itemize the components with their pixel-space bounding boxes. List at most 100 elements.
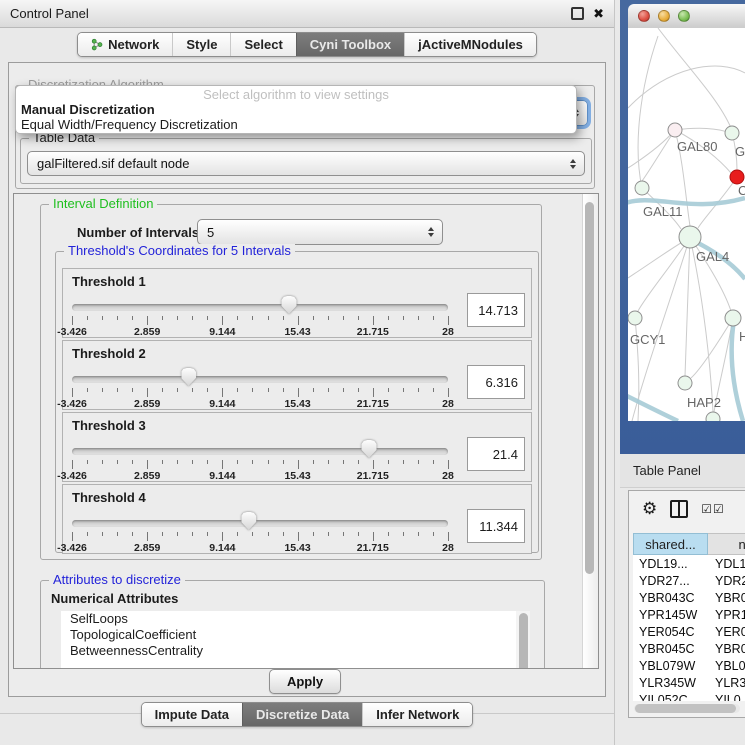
table-row[interactable]: YBL079WYBL0 bbox=[633, 657, 745, 674]
minimize-traffic-light-icon[interactable] bbox=[658, 10, 670, 22]
tick bbox=[177, 460, 178, 464]
tab-infer-network[interactable]: Infer Network bbox=[362, 703, 472, 726]
slider-thumb[interactable] bbox=[241, 512, 256, 530]
panel-vertical-scrollbar[interactable] bbox=[582, 194, 598, 668]
slider-track[interactable] bbox=[72, 304, 448, 311]
tick bbox=[252, 460, 253, 464]
cyni-toolbox-panel: Discretization Algorithm Table Data galF… bbox=[8, 62, 606, 697]
column-header-shared-name[interactable]: shared... bbox=[633, 533, 708, 555]
tick bbox=[147, 460, 148, 469]
tick bbox=[268, 316, 269, 320]
threshold-value-field[interactable]: 6.316 bbox=[467, 365, 525, 399]
tick bbox=[418, 388, 419, 392]
cell-name: YBL0 bbox=[708, 659, 745, 673]
tick bbox=[87, 460, 88, 464]
table-row[interactable]: YIL052CYIL0 bbox=[633, 691, 745, 701]
zoom-traffic-light-icon[interactable] bbox=[678, 10, 690, 22]
tick bbox=[72, 316, 73, 325]
network-node[interactable] bbox=[679, 226, 701, 248]
network-graph[interactable]: GAL80GACGAL11GAL4GCY1HHAP2 bbox=[628, 28, 745, 421]
checkbox-icon[interactable]: ☑ bbox=[713, 502, 725, 516]
tab-network[interactable]: Network bbox=[78, 33, 172, 56]
threshold-slider[interactable]: -3.4262.8599.14415.4321.71528 bbox=[72, 367, 448, 409]
popup-placeholder: Select algorithm to view settings bbox=[16, 87, 576, 102]
tick bbox=[222, 316, 223, 325]
number-of-intervals-combobox[interactable]: 5 bbox=[197, 219, 443, 245]
list-vertical-scrollbar[interactable] bbox=[516, 611, 530, 669]
table-row[interactable]: YPR145WYPR1 bbox=[633, 606, 745, 623]
tick bbox=[448, 388, 449, 397]
network-node[interactable] bbox=[725, 310, 741, 326]
close-traffic-light-icon[interactable] bbox=[638, 10, 650, 22]
network-node[interactable] bbox=[706, 412, 720, 421]
tick-label: 9.144 bbox=[209, 326, 235, 338]
scrollbar-thumb[interactable] bbox=[585, 202, 594, 574]
column-header-name[interactable]: n... bbox=[708, 533, 745, 555]
table-row[interactable]: YDL19...YDL1 bbox=[633, 555, 745, 572]
float-window-icon[interactable] bbox=[571, 7, 584, 20]
tick bbox=[403, 388, 404, 392]
tick bbox=[207, 388, 208, 392]
tick-label: -3.426 bbox=[57, 470, 87, 482]
attribute-list-item[interactable]: BetweennessCentrality bbox=[61, 643, 516, 659]
scrollbar-thumb[interactable] bbox=[519, 613, 528, 669]
network-node[interactable] bbox=[635, 181, 649, 195]
threshold-value-field[interactable]: 14.713 bbox=[467, 293, 525, 327]
select-columns-icons[interactable]: ☑☑ bbox=[701, 502, 725, 516]
tab-jactivemnodules[interactable]: jActiveMNodules bbox=[404, 33, 536, 56]
threshold-slider[interactable]: -3.4262.8599.14415.4321.71528 bbox=[72, 439, 448, 481]
network-node[interactable] bbox=[668, 123, 682, 137]
tick bbox=[132, 532, 133, 536]
table-row[interactable]: YLR345WYLR3 bbox=[633, 674, 745, 691]
tab-label: Style bbox=[186, 33, 217, 56]
close-icon[interactable]: ✖ bbox=[593, 7, 604, 20]
tick bbox=[283, 532, 284, 536]
slider-thumb[interactable] bbox=[181, 368, 196, 386]
attribute-list-item[interactable]: TopologicalCoefficient bbox=[61, 627, 516, 643]
threshold-value-field[interactable]: 11.344 bbox=[467, 509, 525, 543]
tick bbox=[283, 316, 284, 320]
tick bbox=[358, 460, 359, 464]
tick bbox=[132, 460, 133, 464]
slider-thumb[interactable] bbox=[362, 440, 377, 458]
network-node[interactable] bbox=[730, 170, 744, 184]
attribute-list-item[interactable]: SelfLoops bbox=[61, 611, 516, 627]
network-window-titlebar[interactable] bbox=[628, 4, 745, 29]
slider-track[interactable] bbox=[72, 520, 448, 527]
tick bbox=[87, 316, 88, 320]
gear-icon[interactable]: ⚙ bbox=[642, 501, 657, 518]
table-row[interactable]: YER054CYER0 bbox=[633, 623, 745, 640]
table-row[interactable]: YBR043CYBR0 bbox=[633, 589, 745, 606]
tick bbox=[252, 316, 253, 320]
popup-option[interactable]: Manual Discretization bbox=[16, 102, 576, 117]
tab-cyni-toolbox[interactable]: Cyni Toolbox bbox=[296, 33, 404, 56]
network-canvas[interactable]: GAL80GACGAL11GAL4GCY1HHAP2 bbox=[628, 28, 745, 421]
tick-labels: -3.4262.8599.14415.4321.71528 bbox=[72, 398, 448, 410]
cell-name: YPR1 bbox=[708, 608, 745, 622]
checkbox-icon[interactable]: ☑ bbox=[701, 502, 713, 516]
network-node[interactable] bbox=[628, 311, 642, 325]
threshold-slider[interactable]: -3.4262.8599.14415.4321.71528 bbox=[72, 511, 448, 553]
slider-thumb[interactable] bbox=[282, 296, 297, 314]
popup-option[interactable]: Equal Width/Frequency Discretization bbox=[16, 117, 576, 132]
table-row[interactable]: YDR27...YDR2 bbox=[633, 572, 745, 589]
tab-impute-data[interactable]: Impute Data bbox=[142, 703, 242, 726]
table-data-combobox[interactable]: galFiltered.sif default node bbox=[27, 151, 585, 176]
numerical-attributes-list[interactable]: SelfLoopsTopologicalCoefficientBetweenne… bbox=[61, 611, 516, 669]
tick-label: 9.144 bbox=[209, 398, 235, 410]
tab-select[interactable]: Select bbox=[230, 33, 295, 56]
slider-track[interactable] bbox=[72, 376, 448, 383]
threshold-panel: Threshold 3-3.4262.8599.14415.4321.71528… bbox=[62, 412, 532, 482]
threshold-slider[interactable]: -3.4262.8599.14415.4321.71528 bbox=[72, 295, 448, 337]
slider-track[interactable] bbox=[72, 448, 448, 455]
network-node[interactable] bbox=[725, 126, 739, 140]
network-node[interactable] bbox=[678, 376, 692, 390]
tab-style[interactable]: Style bbox=[172, 33, 230, 56]
table-horizontal-scrollbar[interactable] bbox=[634, 704, 740, 713]
apply-button[interactable]: Apply bbox=[269, 669, 341, 694]
scrollbar-thumb[interactable] bbox=[635, 704, 736, 713]
tab-discretize-data[interactable]: Discretize Data bbox=[242, 703, 362, 726]
table-row[interactable]: YBR045CYBR0 bbox=[633, 640, 745, 657]
split-pane-icon[interactable] bbox=[670, 500, 688, 518]
threshold-value-field[interactable]: 21.4 bbox=[467, 437, 525, 471]
